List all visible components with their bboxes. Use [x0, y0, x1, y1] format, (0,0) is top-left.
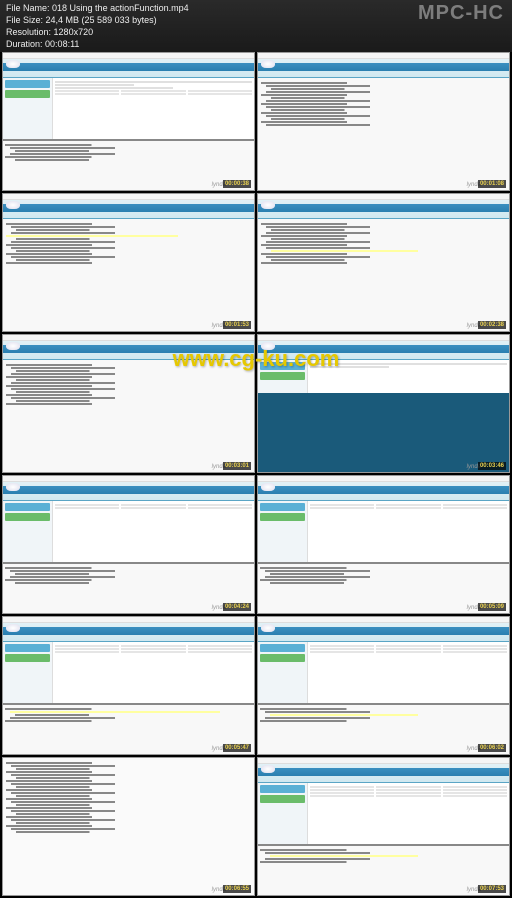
- duration-row: Duration: 00:08:11: [6, 38, 506, 50]
- resolution-row: Resolution: 1280x720: [6, 26, 506, 38]
- salesforce-logo-icon: [261, 201, 275, 209]
- salesforce-logo-icon: [6, 201, 20, 209]
- timestamp: 00:00:38: [223, 180, 251, 188]
- salesforce-logo-icon: [6, 624, 20, 632]
- salesforce-logo-icon: [261, 765, 275, 773]
- thumbnail-9[interactable]: lynda 00:05:47: [2, 616, 255, 755]
- thumbnail-6[interactable]: lynda 00:03:46: [257, 334, 510, 473]
- thumbnail-7[interactable]: lynda 00:04:24: [2, 475, 255, 614]
- timestamp: 00:03:46: [478, 462, 506, 470]
- timestamp: 00:06:55: [223, 885, 251, 893]
- thumbnail-8[interactable]: lynda 00:05:09: [257, 475, 510, 614]
- salesforce-logo-icon: [261, 60, 275, 68]
- thumbnail-10[interactable]: lynda 00:06:02: [257, 616, 510, 755]
- thumbnail-11[interactable]: lynda 00:06:55: [2, 757, 255, 896]
- salesforce-logo-icon: [261, 483, 275, 491]
- salesforce-logo-icon: [6, 342, 20, 350]
- timestamp: 00:05:47: [223, 744, 251, 752]
- timestamp: 00:01:08: [478, 180, 506, 188]
- salesforce-logo-icon: [261, 624, 275, 632]
- thumbnail-4[interactable]: lynda 00:02:38: [257, 193, 510, 332]
- thumbnail-1[interactable]: lynda 00:00:38: [2, 52, 255, 191]
- salesforce-logo-icon: [261, 342, 275, 350]
- thumbnail-2[interactable]: lynda 00:01:08: [257, 52, 510, 191]
- timestamp: 00:01:53: [223, 321, 251, 329]
- thumbnail-3[interactable]: lynda 00:01:53: [2, 193, 255, 332]
- thumbnail-grid: lynda 00:00:38 lynda 00:01:08 lynda 00:0…: [0, 50, 512, 898]
- timestamp: 00:04:24: [223, 603, 251, 611]
- timestamp: 00:02:38: [478, 321, 506, 329]
- salesforce-logo-icon: [6, 60, 20, 68]
- timestamp: 00:06:02: [478, 744, 506, 752]
- salesforce-logo-icon: [6, 483, 20, 491]
- timestamp: 00:07:53: [478, 885, 506, 893]
- timestamp: 00:03:01: [223, 462, 251, 470]
- thumbnail-12[interactable]: lynda 00:07:53: [257, 757, 510, 896]
- thumbnail-5[interactable]: lynda 00:03:01: [2, 334, 255, 473]
- timestamp: 00:05:09: [478, 603, 506, 611]
- player-brand-label: MPC-HC: [418, 2, 504, 25]
